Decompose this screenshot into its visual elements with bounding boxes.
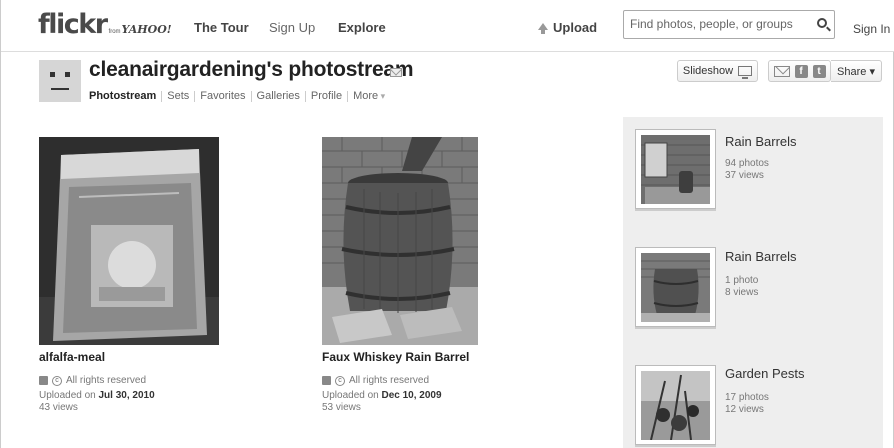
set-title[interactable]: Garden Pests (725, 366, 805, 381)
share-icons-group: f t (768, 60, 831, 82)
nav-explore[interactable]: Explore (338, 20, 386, 35)
subnav-photostream[interactable]: Photostream (89, 91, 161, 102)
search-box (623, 10, 835, 39)
photo-alfalfa-meal[interactable] (39, 137, 219, 345)
set-view-count: 12 views (725, 404, 764, 415)
twitter-icon[interactable]: t (812, 64, 826, 78)
facebook-icon[interactable]: f (794, 64, 808, 78)
photo-title[interactable]: alfalfa-meal (39, 350, 105, 364)
set-title[interactable]: Rain Barrels (725, 134, 797, 149)
nav-sign-up[interactable]: Sign Up (269, 20, 315, 35)
share-button[interactable]: Share ▾ (831, 60, 882, 82)
copyright-icon: c (52, 375, 62, 386)
flickr-logo[interactable]: flickr from YAHOO! (38, 11, 172, 38)
photostream-subnav: Photostream Sets Favorites Galleries Pro… (89, 91, 390, 102)
subnav-sets[interactable]: Sets (161, 91, 194, 102)
mail-icon[interactable] (390, 68, 402, 77)
subnav-more[interactable]: More (347, 91, 390, 102)
alfalfa-bag-image (39, 137, 219, 345)
rights-label: All rights reserved (349, 375, 430, 386)
screen-icon (738, 66, 753, 79)
upload-arrow-icon (538, 23, 548, 34)
upload-button[interactable]: Upload (538, 20, 597, 35)
photo-title[interactable]: Faux Whiskey Rain Barrel (322, 350, 469, 364)
buddy-eye-right (65, 72, 70, 77)
sets-sidebar: Rain Barrels 94 photos 37 views Rain Bar… (623, 117, 883, 448)
search-input[interactable] (630, 13, 810, 35)
set-meta: 17 photos 12 views (725, 392, 769, 416)
search-icon[interactable] (817, 18, 827, 28)
set-photo-count: 94 photos (725, 158, 769, 169)
photo-meta: Uploaded on Dec 10, 2009 53 views (322, 390, 442, 414)
set-photo-count: 1 photo (725, 275, 759, 286)
rights-label: All rights reserved (66, 375, 147, 386)
set-thumbnail-image (641, 253, 710, 322)
set-thumbnail[interactable] (635, 247, 716, 327)
subnav-profile[interactable]: Profile (304, 91, 347, 102)
slideshow-label: Slideshow (682, 65, 734, 77)
view-count: 53 views (322, 402, 361, 413)
view-count: 43 views (39, 402, 78, 413)
set-thumbnail-image (641, 371, 710, 440)
set-title[interactable]: Rain Barrels (725, 249, 797, 264)
share-label: Share ▾ (837, 65, 875, 78)
set-meta: 1 photo 8 views (725, 275, 758, 299)
uploaded-label: Uploaded on (322, 390, 379, 401)
subnav-galleries[interactable]: Galleries (250, 91, 305, 102)
copyright-icon: c (335, 375, 345, 386)
logo-from: from (108, 29, 121, 35)
set-thumbnail[interactable] (635, 129, 716, 209)
logo-word: flickr (38, 9, 108, 40)
uploaded-label: Uploaded on (39, 390, 96, 401)
upload-label: Upload (553, 20, 598, 35)
uploaded-date[interactable]: Jul 30, 2010 (99, 390, 155, 401)
photo-meta: Uploaded on Jul 30, 2010 43 views (39, 390, 155, 414)
subnav-favorites[interactable]: Favorites (194, 91, 250, 102)
slideshow-button[interactable]: Slideshow (677, 60, 758, 82)
uploaded-date[interactable]: Dec 10, 2009 (382, 390, 442, 401)
set-thumbnail[interactable] (635, 365, 716, 445)
set-view-count: 8 views (725, 287, 759, 298)
nav-the-tour[interactable]: The Tour (194, 20, 249, 35)
set-photo-count: 17 photos (725, 392, 769, 403)
buddy-eye-left (50, 72, 55, 77)
logo-yahoo: YAHOO! (121, 23, 172, 36)
buddy-mouth (51, 88, 69, 90)
top-nav: flickr from YAHOO! The Tour Sign Up Expl… (1, 0, 894, 52)
sign-in-link[interactable]: Sign In (853, 22, 890, 36)
set-thumbnail-image (641, 135, 710, 204)
page-title: cleanairgardening's photostream (89, 58, 414, 81)
rain-barrel-image (322, 137, 478, 345)
photo-rights: c All rights reserved (39, 375, 146, 386)
envelope-icon[interactable] (773, 65, 790, 77)
photo-rights: c All rights reserved (322, 375, 429, 386)
photo-faux-whiskey-rain-barrel[interactable] (322, 137, 478, 345)
page-frame: flickr from YAHOO! The Tour Sign Up Expl… (0, 0, 894, 448)
set-meta: 94 photos 37 views (725, 158, 769, 182)
license-icon (322, 376, 331, 385)
buddy-icon[interactable] (39, 60, 81, 102)
set-view-count: 37 views (725, 170, 764, 181)
license-icon (39, 376, 48, 385)
